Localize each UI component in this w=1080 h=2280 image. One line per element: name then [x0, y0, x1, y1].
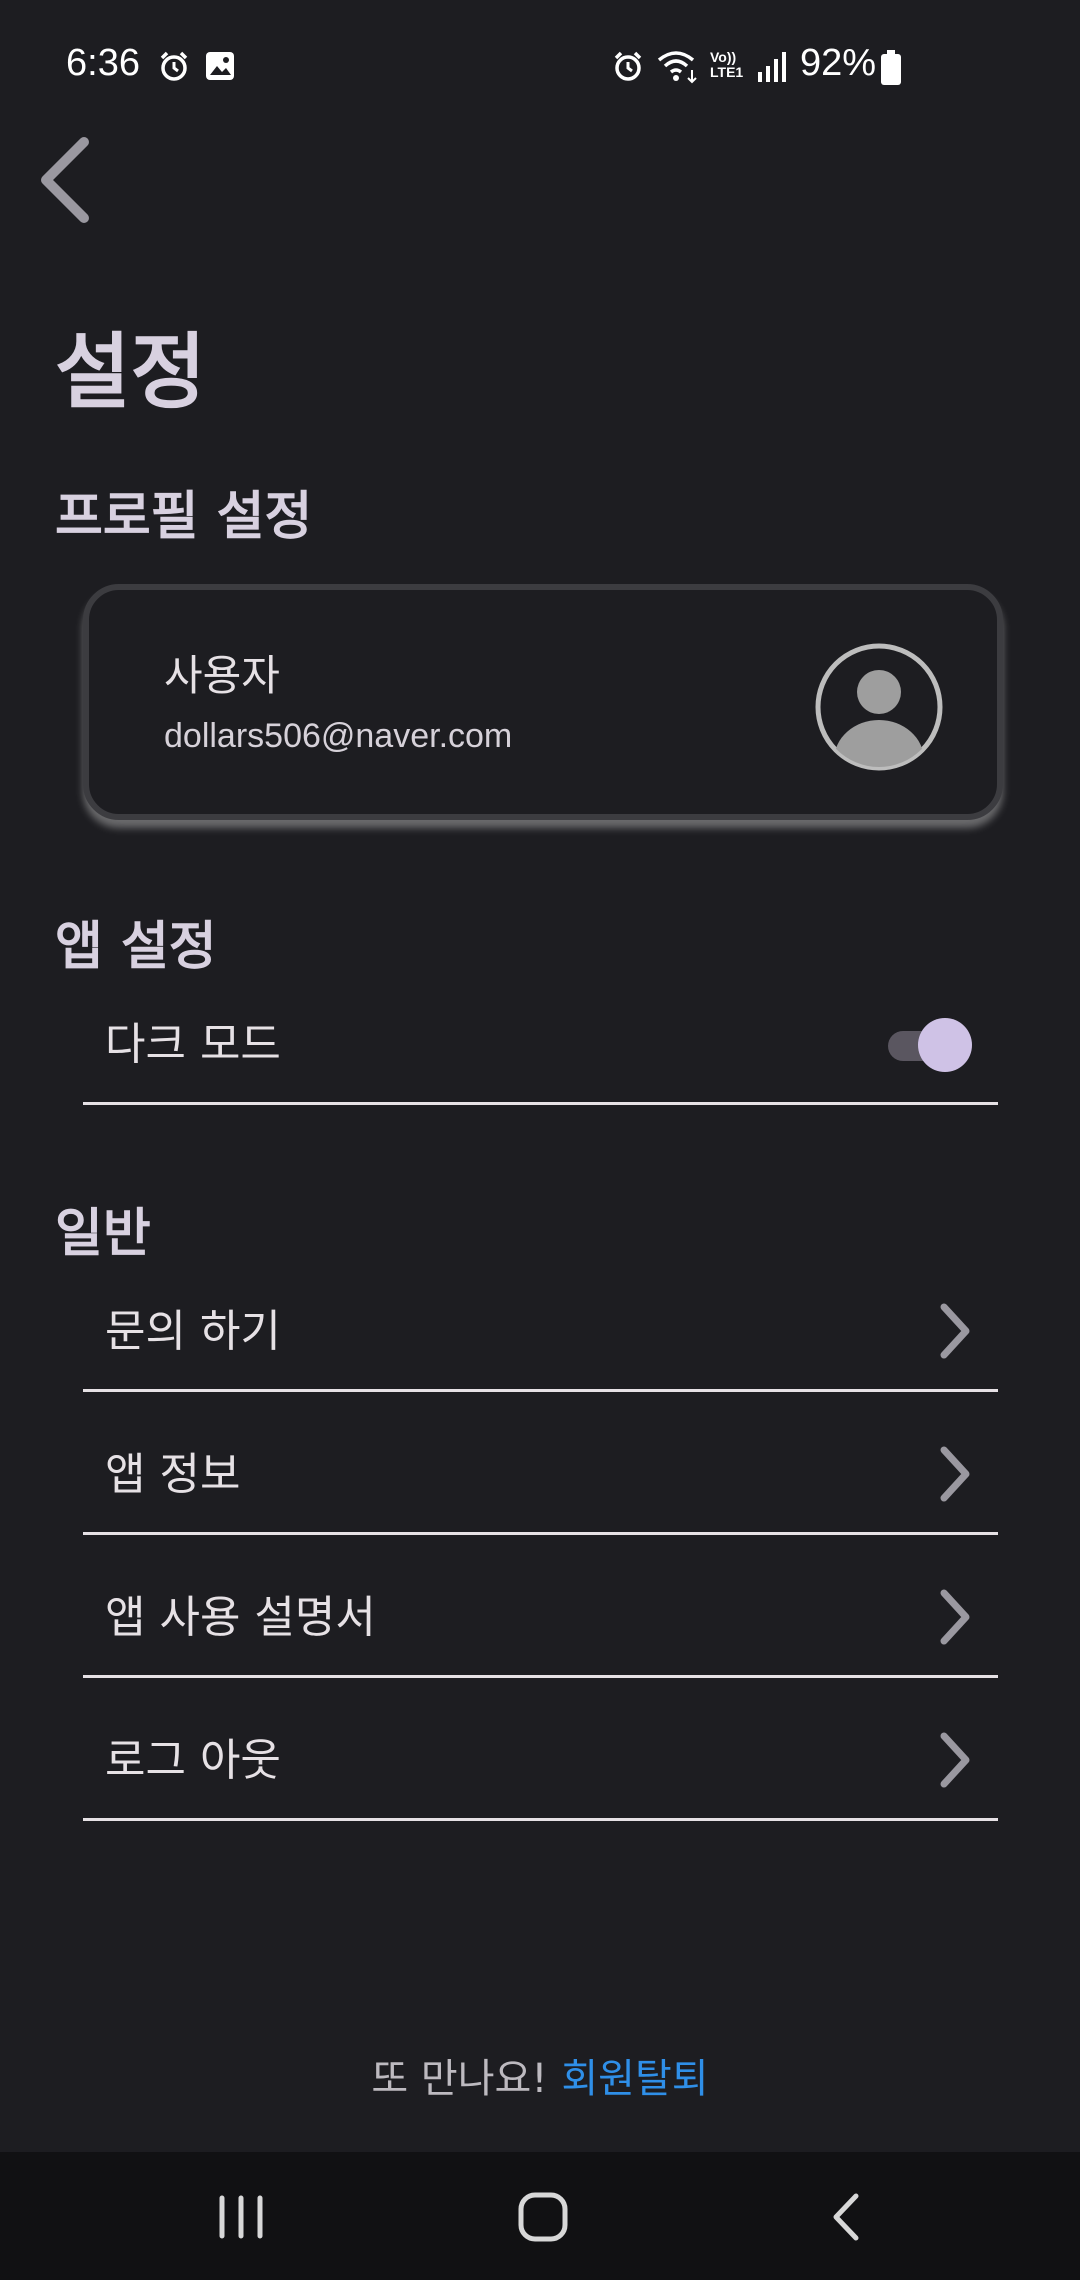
menu-item-label: 문의 하기: [105, 1306, 281, 1357]
status-time: 6:36: [66, 42, 140, 84]
back-button[interactable]: [34, 130, 104, 230]
menu-item-label: 앱 정보: [105, 1449, 241, 1500]
menu-item-app-info[interactable]: 앱 정보: [83, 1392, 998, 1535]
menu-item-manual[interactable]: 앱 사용 설명서: [83, 1535, 998, 1678]
alarm-icon: [160, 51, 188, 81]
dark-mode-toggle[interactable]: [888, 1018, 972, 1072]
system-nav-bar: [0, 2152, 1080, 2280]
battery-icon: [881, 50, 901, 85]
avatar: [815, 643, 943, 771]
footer: 또 만나요! 회원탈퇴: [0, 2046, 1080, 2104]
wifi-icon: [657, 51, 697, 84]
profile-email: dollars506@naver.com: [164, 717, 513, 755]
nav-back-icon[interactable]: [812, 2182, 882, 2252]
chevron-right-icon: [940, 1732, 970, 1788]
page-title: 설정: [55, 325, 206, 420]
profile-name: 사용자: [164, 651, 280, 700]
menu-item-label: 로그 아웃: [105, 1735, 281, 1786]
gallery-icon: [206, 52, 234, 80]
signal-icon: [758, 52, 786, 82]
dark-mode-row: 다크 모드: [83, 964, 998, 1105]
alarm-icon: [614, 51, 642, 81]
toggle-thumb: [918, 1018, 972, 1072]
home-icon[interactable]: [508, 2182, 578, 2252]
battery-percent: 92%: [800, 42, 877, 84]
footer-text: 또 만나요!: [371, 2056, 548, 2102]
recent-apps-icon[interactable]: [206, 2182, 276, 2252]
menu-item-label: 앱 사용 설명서: [105, 1592, 376, 1643]
dark-mode-label: 다크 모드: [105, 1019, 281, 1070]
chevron-right-icon: [940, 1446, 970, 1502]
volte-lte-icon: Vo)) LTE1: [710, 49, 744, 80]
withdraw-link[interactable]: 회원탈퇴: [561, 2056, 708, 2102]
profile-card[interactable]: 사용자 dollars506@naver.com: [83, 584, 1003, 820]
settings-screen: 6:36 Vo)) LTE1 92% 설정 프로필 설정 사용자 dollars…: [0, 0, 1080, 2280]
status-bar: 6:36 Vo)) LTE1 92%: [0, 0, 1080, 120]
profile-section-title: 프로필 설정: [55, 487, 313, 547]
menu-item-logout[interactable]: 로그 아웃: [83, 1678, 998, 1821]
menu-item-contact[interactable]: 문의 하기: [83, 1250, 998, 1392]
chevron-right-icon: [940, 1589, 970, 1645]
chevron-right-icon: [940, 1303, 970, 1359]
